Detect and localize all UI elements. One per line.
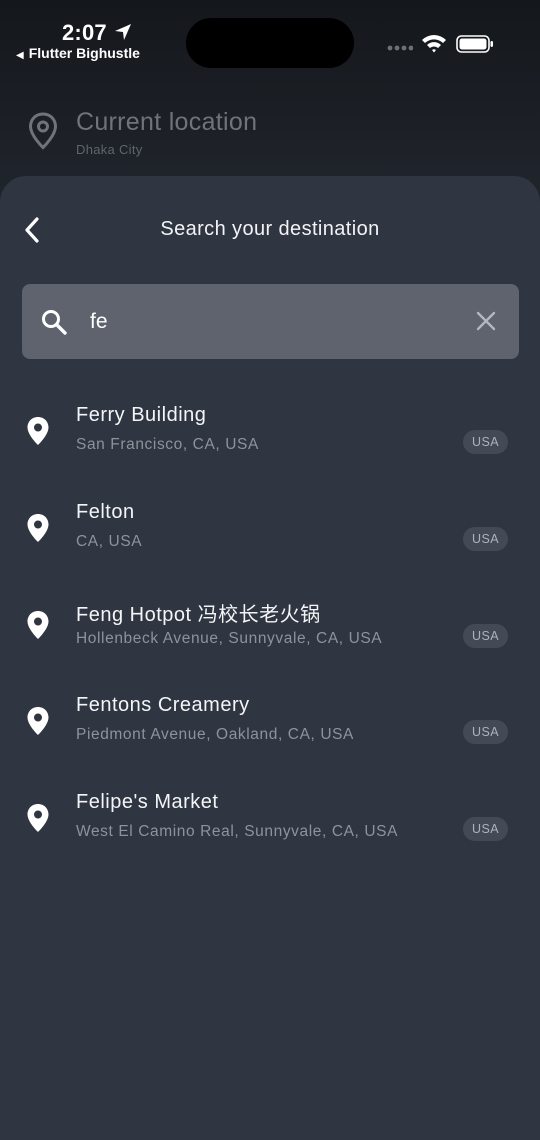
- current-location-pin-icon: [28, 112, 58, 150]
- result-item[interactable]: Felton CA, USA USA: [0, 501, 540, 591]
- page-title: Search your destination: [160, 218, 380, 240]
- result-item[interactable]: Fentons Creamery Piedmont Avenue, Oaklan…: [0, 694, 540, 784]
- search-icon: [42, 310, 67, 335]
- back-app-label: Flutter Bighustle: [28, 45, 140, 61]
- result-item[interactable]: Ferry Building San Francisco, CA, USA US…: [0, 404, 540, 494]
- result-name: Feng Hotpot 冯校长老火锅: [76, 603, 321, 626]
- result-address: West El Camino Real, Sunnyvale, CA, USA: [76, 823, 399, 841]
- result-name: Felipe's Market: [76, 791, 219, 814]
- location-pin-icon: [27, 804, 49, 833]
- result-address: San Francisco, CA, USA: [76, 436, 259, 453]
- back-triangle-icon: ◀: [16, 50, 24, 61]
- location-arrow-icon: [115, 24, 131, 40]
- location-pin-icon: [27, 610, 49, 639]
- country-badge: USA: [463, 430, 508, 454]
- country-badge: USA: [463, 623, 508, 648]
- country-badge: USA: [463, 720, 508, 745]
- result-address: CA, USA: [76, 532, 143, 550]
- location-pin-icon: [27, 707, 49, 736]
- result-item[interactable]: Felipe's Market West El Camino Real, Sun…: [0, 791, 540, 881]
- result-item[interactable]: Feng Hotpot 冯校长老火锅 Hollenbeck Avenue, Su…: [0, 598, 540, 688]
- country-badge: USA: [463, 526, 508, 551]
- result-name: Ferry Building: [76, 404, 207, 426]
- status-bar: 2:07 ◀ Flutter Bighustle: [0, 0, 540, 80]
- location-pin-icon: [27, 513, 49, 542]
- country-badge: USA: [463, 817, 508, 842]
- result-name: Fentons Creamery: [76, 694, 250, 717]
- status-time: 2:07: [62, 20, 107, 45]
- result-name: Felton: [76, 500, 135, 523]
- search-input[interactable]: [90, 304, 450, 340]
- current-location-title: Current location: [76, 108, 258, 136]
- wifi-icon: [422, 35, 446, 53]
- close-icon[interactable]: [476, 311, 496, 331]
- result-address: Hollenbeck Avenue, Sunnyvale, CA, USA: [76, 629, 383, 647]
- location-pin-icon: [27, 417, 49, 445]
- battery-icon: [456, 35, 493, 53]
- back-to-app-link[interactable]: ◀ Flutter Bighustle: [16, 45, 140, 61]
- result-address: Piedmont Avenue, Oakland, CA, USA: [76, 726, 354, 744]
- dynamic-island: [186, 18, 354, 68]
- current-location-city: Dhaka City: [76, 142, 143, 157]
- signal-dots-icon: [387, 45, 413, 51]
